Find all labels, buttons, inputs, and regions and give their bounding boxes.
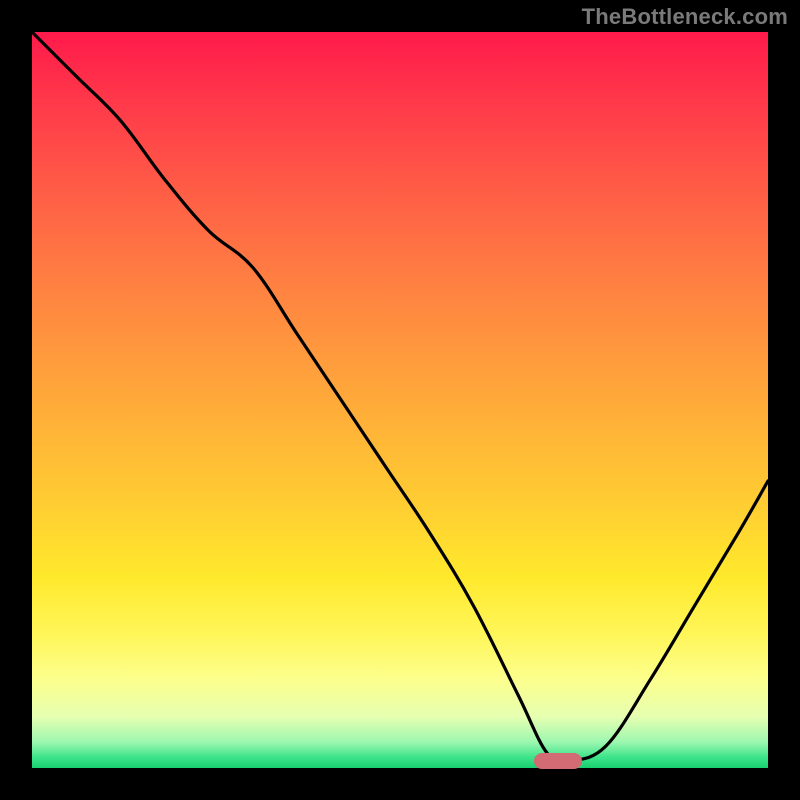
optimum-marker [534,753,582,769]
plot-area [32,32,768,768]
curve-svg [32,32,768,768]
chart-frame: TheBottleneck.com [0,0,800,800]
bottleneck-curve-path [32,32,768,762]
attribution-label: TheBottleneck.com [582,4,788,30]
